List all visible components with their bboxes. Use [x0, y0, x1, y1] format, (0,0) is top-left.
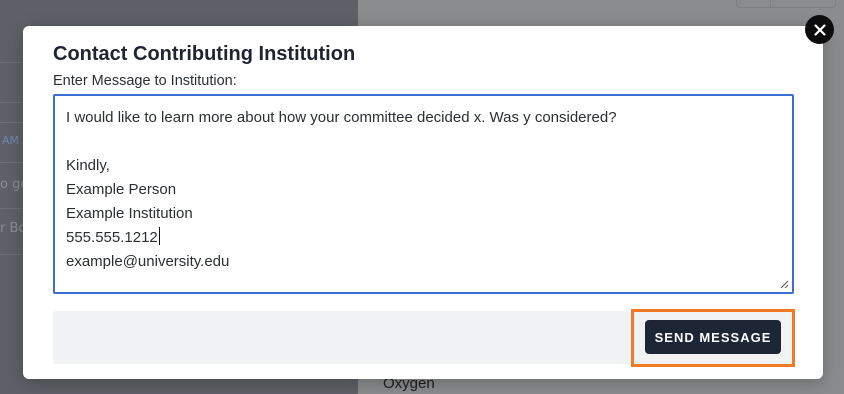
- close-button[interactable]: [805, 15, 834, 44]
- resize-grip-icon[interactable]: [780, 280, 789, 289]
- message-line: example@university.edu: [66, 253, 230, 270]
- message-line: 555.555.1212: [66, 229, 158, 246]
- background-control: [736, 0, 836, 8]
- message-label: Enter Message to Institution:: [53, 73, 237, 89]
- contact-modal: Contact Contributing Institution Enter M…: [23, 26, 823, 379]
- send-message-button[interactable]: SEND MESSAGE: [645, 320, 781, 354]
- background-divider: [770, 0, 771, 8]
- message-line: I would like to learn more about how you…: [66, 109, 617, 126]
- message-line: Kindly,: [66, 157, 110, 174]
- text-caret: [158, 227, 160, 245]
- message-textarea[interactable]: I would like to learn more about how you…: [53, 94, 794, 294]
- close-icon: [813, 23, 826, 36]
- message-line: Example Person: [66, 181, 177, 198]
- modal-title: Contact Contributing Institution: [53, 43, 356, 65]
- message-line: Example Institution: [66, 205, 193, 222]
